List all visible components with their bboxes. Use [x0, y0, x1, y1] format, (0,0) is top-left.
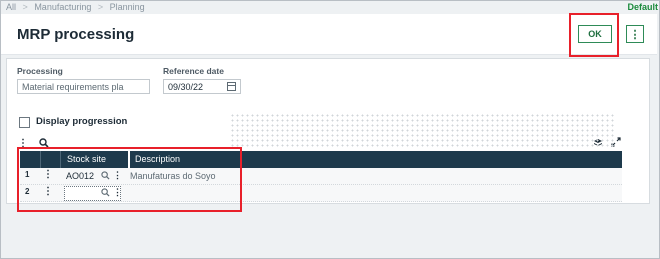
breadcrumb-separator: > — [22, 2, 28, 12]
ok-button-highlight — [569, 13, 619, 57]
page-title: MRP processing — [17, 26, 135, 43]
default-link[interactable]: Default — [627, 2, 658, 12]
breadcrumb-item[interactable]: Manufacturing — [34, 2, 91, 12]
grid-highlight — [17, 147, 242, 212]
grid-empty-area — [230, 113, 615, 147]
processing-label: Processing — [17, 66, 63, 76]
calendar-icon[interactable] — [227, 82, 236, 91]
reference-date-value: 09/30/22 — [168, 82, 204, 92]
breadcrumb-item[interactable]: Planning — [110, 2, 145, 12]
reference-date-label: Reference date — [163, 66, 224, 76]
display-progression-checkbox[interactable] — [19, 117, 30, 128]
page-header: MRP processing OK ⋮ — [1, 14, 657, 55]
breadcrumb-separator: > — [97, 2, 104, 12]
processing-field[interactable]: Material requirements pla — [17, 79, 150, 94]
display-progression-label: Display progression — [36, 116, 128, 127]
reference-date-field[interactable]: 09/30/22 — [163, 79, 241, 94]
more-actions-button[interactable]: ⋮ — [626, 25, 644, 43]
breadcrumb-item[interactable]: All — [6, 2, 16, 12]
